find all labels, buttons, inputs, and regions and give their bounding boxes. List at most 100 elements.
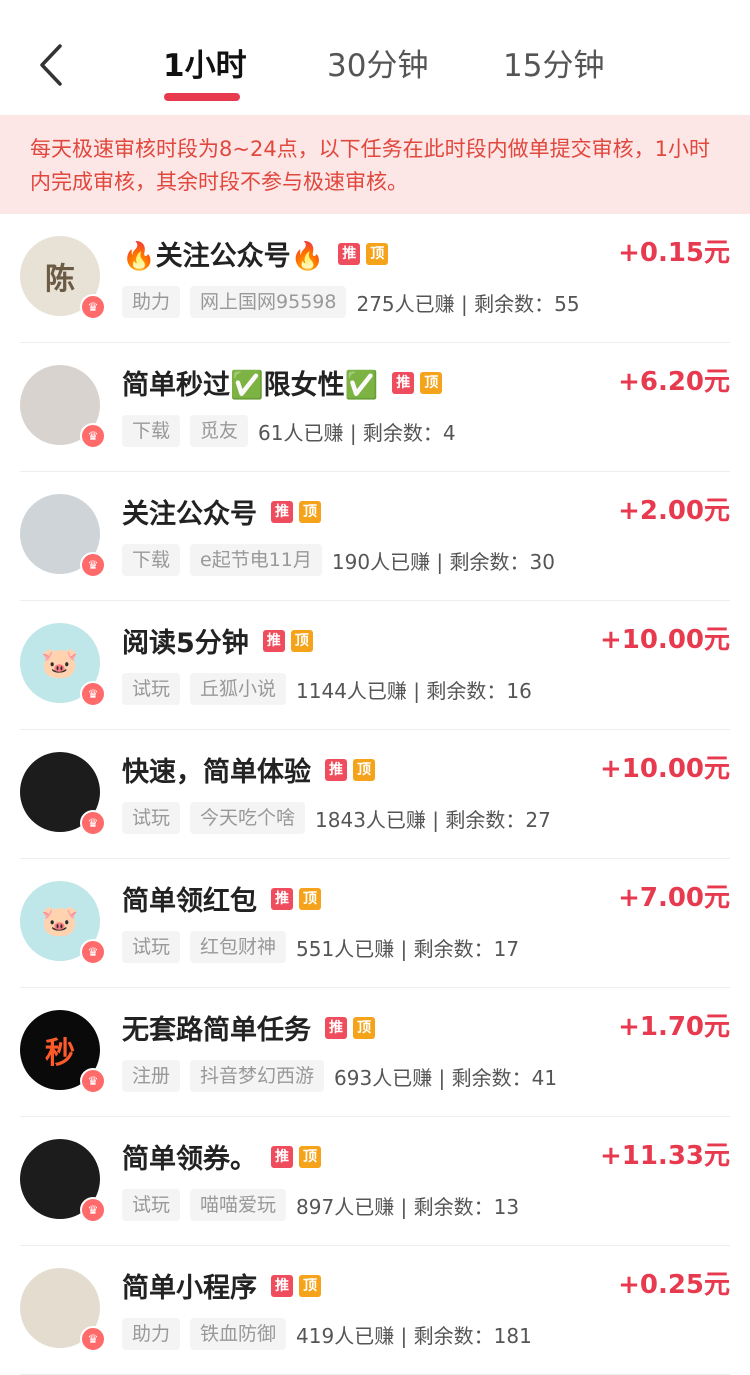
- task-title-text: 简单秒过✅限女性✅: [122, 370, 379, 401]
- task-row[interactable]: 🐷 ♛ 简单领红包 推 顶 +7.00元 试玩 红包财神 551人已赚 | 剩余…: [20, 859, 730, 988]
- task-title: 阅读5分钟 推 顶: [122, 621, 313, 660]
- top-badge: 顶: [290, 629, 313, 652]
- top-badge: 顶: [420, 371, 443, 394]
- task-reward: +0.25元: [618, 1270, 730, 1300]
- task-title: 快速，简单体验 推 顶: [122, 750, 375, 789]
- task-row[interactable]: ♛ 关注公众号 推 顶 +2.00元 下载 e起节电11月 190人已赚 | 剩…: [20, 472, 730, 601]
- task-reward: +10.00元: [599, 625, 730, 655]
- recommend-badge: 推: [271, 500, 293, 523]
- task-title-text: 简单领红包: [122, 886, 257, 917]
- crown-icon: ♛: [80, 1197, 106, 1223]
- recommend-badge: 推: [325, 758, 347, 781]
- chevron-left-icon: [40, 44, 62, 86]
- task-type-tag: 试玩: [122, 802, 181, 834]
- crown-icon: ♛: [80, 1068, 106, 1094]
- task-meta: 下载 觅友 61人已赚 | 剩余数：4: [122, 415, 456, 447]
- task-stats: 1144人已赚 | 剩余数：16: [296, 678, 532, 703]
- top-badge: 顶: [353, 1016, 375, 1039]
- task-type-tag: 试玩: [122, 1189, 181, 1221]
- task-title-text: 关注公众号: [122, 499, 257, 530]
- crown-icon: ♛: [80, 939, 106, 965]
- task-list: 陈 ♛ 🔥关注公众号🔥 推 顶 +0.15元 助力 网上国网95598 275人…: [0, 214, 750, 1375]
- task-title: 🔥关注公众号🔥 推 顶: [122, 234, 389, 273]
- task-reward: +7.00元: [618, 883, 730, 913]
- task-meta: 试玩 丘狐小说 1144人已赚 | 剩余数：16: [122, 673, 532, 705]
- task-type-tag: 注册: [122, 1060, 181, 1092]
- task-title-text: 🔥关注公众号🔥: [122, 241, 325, 272]
- task-reward: +0.15元: [618, 238, 730, 268]
- task-stats: 190人已赚 | 剩余数：30: [331, 549, 555, 574]
- task-meta: 助力 网上国网95598 275人已赚 | 剩余数：55: [122, 286, 580, 318]
- task-type-tag: 下载: [122, 544, 181, 576]
- top-badge: 顶: [366, 242, 389, 265]
- top-badge: 顶: [299, 1274, 321, 1297]
- task-meta: 助力 铁血防御 419人已赚 | 剩余数：181: [122, 1318, 532, 1350]
- task-app-tag: e起节电11月: [190, 544, 322, 576]
- task-row[interactable]: ♛ 快速，简单体验 推 顶 +10.00元 试玩 今天吃个啥 1843人已赚 |…: [20, 730, 730, 859]
- recommend-badge: 推: [271, 887, 293, 910]
- task-row[interactable]: 🐷 ♛ 阅读5分钟 推 顶 +10.00元 试玩 丘狐小说 1144人已赚 | …: [20, 601, 730, 730]
- task-app-tag: 喵喵爱玩: [190, 1189, 287, 1221]
- task-stats: 61人已赚 | 剩余数：4: [258, 420, 456, 445]
- task-stats: 1843人已赚 | 剩余数：27: [315, 807, 551, 832]
- task-reward: +1.70元: [618, 1012, 730, 1042]
- task-title: 关注公众号 推 顶: [122, 492, 321, 531]
- task-reward: +2.00元: [618, 496, 730, 526]
- task-title-text: 简单领券。: [122, 1144, 257, 1175]
- task-meta: 试玩 红包财神 551人已赚 | 剩余数：17: [122, 931, 519, 963]
- task-meta: 试玩 今天吃个啥 1843人已赚 | 剩余数：27: [122, 802, 551, 834]
- task-title-text: 阅读5分钟: [122, 628, 249, 659]
- task-stats: 275人已赚 | 剩余数：55: [356, 291, 580, 316]
- top-bar: 1小时 30分钟 15分钟: [0, 0, 750, 115]
- task-row[interactable]: 陈 ♛ 🔥关注公众号🔥 推 顶 +0.15元 助力 网上国网95598 275人…: [20, 214, 730, 343]
- task-title: 简单秒过✅限女性✅ 推 顶: [122, 363, 443, 402]
- task-reward: +6.20元: [618, 367, 730, 397]
- task-type-tag: 助力: [122, 1318, 181, 1350]
- tab-15-minutes[interactable]: 15分钟: [503, 40, 604, 85]
- task-app-tag: 红包财神: [190, 931, 287, 963]
- recommend-badge: 推: [392, 371, 415, 394]
- tab-1-hour[interactable]: 1小时: [163, 40, 247, 85]
- top-badge: 顶: [299, 500, 321, 523]
- task-row[interactable]: ♛ 简单小程序 推 顶 +0.25元 助力 铁血防御 419人已赚 | 剩余数：…: [20, 1246, 730, 1375]
- task-meta: 下载 e起节电11月 190人已赚 | 剩余数：30: [122, 544, 555, 576]
- recommend-badge: 推: [338, 242, 361, 265]
- top-badge: 顶: [353, 758, 375, 781]
- task-app-tag: 觅友: [190, 415, 249, 447]
- task-app-tag: 铁血防御: [190, 1318, 287, 1350]
- crown-icon: ♛: [80, 552, 106, 578]
- recommend-badge: 推: [325, 1016, 347, 1039]
- active-tab-indicator: [164, 93, 240, 101]
- task-title: 简单领红包 推 顶: [122, 879, 321, 918]
- task-app-tag: 网上国网95598: [190, 286, 347, 318]
- task-row[interactable]: ♛ 简单领券。 推 顶 +11.33元 试玩 喵喵爱玩 897人已赚 | 剩余数…: [20, 1117, 730, 1246]
- task-title: 简单小程序 推 顶: [122, 1266, 321, 1305]
- task-type-tag: 试玩: [122, 931, 181, 963]
- task-type-tag: 下载: [122, 415, 181, 447]
- task-reward: +10.00元: [599, 754, 730, 784]
- crown-icon: ♛: [80, 810, 106, 836]
- task-title-text: 快速，简单体验: [122, 757, 311, 788]
- task-stats: 551人已赚 | 剩余数：17: [296, 936, 520, 961]
- task-row[interactable]: ♛ 简单秒过✅限女性✅ 推 顶 +6.20元 下载 觅友 61人已赚 | 剩余数…: [20, 343, 730, 472]
- recommend-badge: 推: [271, 1145, 293, 1168]
- task-meta: 注册 抖音梦幻西游 693人已赚 | 剩余数：41: [122, 1060, 557, 1092]
- task-app-tag: 今天吃个啥: [190, 802, 306, 834]
- tab-30-minutes[interactable]: 30分钟: [327, 40, 428, 85]
- task-stats: 897人已赚 | 剩余数：13: [296, 1194, 520, 1219]
- task-row[interactable]: 秒 ♛ 无套路简单任务 推 顶 +1.70元 注册 抖音梦幻西游 693人已赚 …: [20, 988, 730, 1117]
- crown-icon: ♛: [80, 681, 106, 707]
- back-button[interactable]: [30, 40, 74, 90]
- task-meta: 试玩 喵喵爱玩 897人已赚 | 剩余数：13: [122, 1189, 519, 1221]
- crown-icon: ♛: [80, 1326, 106, 1352]
- recommend-badge: 推: [262, 629, 285, 652]
- task-title: 简单领券。 推 顶: [122, 1137, 321, 1176]
- fast-review-notice: 每天极速审核时段为8~24点，以下任务在此时段内做单提交审核，1小时内完成审核，…: [0, 115, 750, 214]
- task-type-tag: 试玩: [122, 673, 181, 705]
- task-app-tag: 抖音梦幻西游: [190, 1060, 325, 1092]
- task-title-text: 无套路简单任务: [122, 1015, 311, 1046]
- crown-icon: ♛: [80, 423, 106, 449]
- task-title: 无套路简单任务 推 顶: [122, 1008, 375, 1047]
- task-type-tag: 助力: [122, 286, 181, 318]
- task-title-text: 简单小程序: [122, 1273, 257, 1304]
